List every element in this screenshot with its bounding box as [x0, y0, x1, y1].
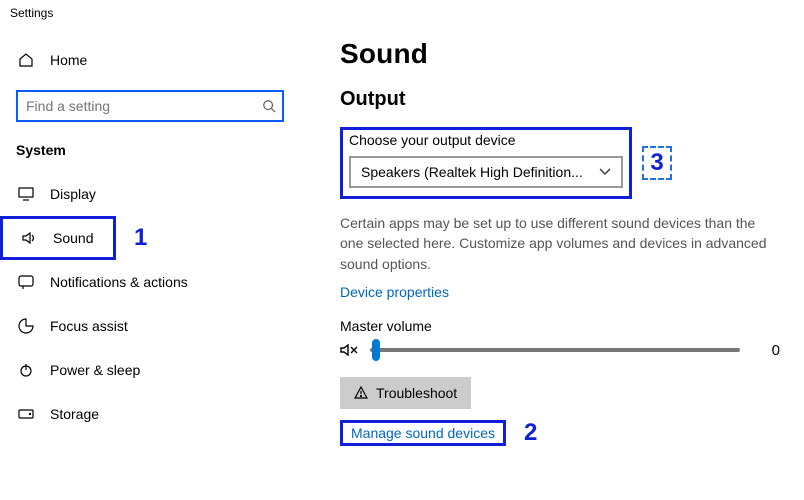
- search-icon: [262, 99, 276, 113]
- master-volume-row: 0: [340, 342, 780, 359]
- output-device-group: Choose your output device Speakers (Real…: [340, 127, 632, 199]
- output-device-label: Choose your output device: [349, 132, 623, 148]
- output-device-selected: Speakers (Realtek High Definition...: [361, 164, 583, 180]
- page-title: Sound: [340, 38, 784, 70]
- output-device-row: Choose your output device Speakers (Real…: [340, 127, 784, 199]
- nav-item-label: Power & sleep: [50, 362, 140, 378]
- warning-icon: [354, 386, 368, 400]
- sidebar: Home System Display: [0, 30, 300, 500]
- master-volume-label: Master volume: [340, 318, 784, 334]
- manage-sound-devices-link[interactable]: Manage sound devices: [351, 425, 495, 441]
- sound-icon: [19, 231, 39, 245]
- notifications-icon: [16, 275, 36, 289]
- chevron-down-icon: [599, 168, 611, 176]
- nav-item-sound-wrapper: Sound 1: [0, 216, 300, 260]
- nav-item-display[interactable]: Display: [0, 172, 300, 216]
- output-device-select[interactable]: Speakers (Realtek High Definition...: [349, 156, 623, 188]
- main-content: Sound Output Choose your output device S…: [300, 30, 804, 500]
- power-icon: [16, 362, 36, 378]
- output-section-title: Output: [340, 88, 784, 111]
- speaker-muted-icon[interactable]: [340, 342, 360, 358]
- nav-item-label: Display: [50, 186, 96, 202]
- display-icon: [16, 187, 36, 201]
- app-body: Home System Display: [0, 30, 804, 500]
- slider-thumb[interactable]: [372, 339, 380, 361]
- nav-item-focus-assist[interactable]: Focus assist: [0, 304, 300, 348]
- home-icon: [16, 52, 36, 68]
- nav-item-notifications[interactable]: Notifications & actions: [0, 260, 300, 304]
- annotation-2: 2: [524, 419, 537, 447]
- nav-home-label: Home: [50, 52, 87, 68]
- master-volume-slider[interactable]: [370, 348, 740, 352]
- nav-item-label: Notifications & actions: [50, 274, 188, 290]
- nav-item-sound[interactable]: Sound: [0, 216, 116, 260]
- troubleshoot-label: Troubleshoot: [376, 385, 457, 401]
- troubleshoot-button[interactable]: Troubleshoot: [340, 377, 471, 409]
- nav-home[interactable]: Home: [0, 40, 300, 80]
- annotation-3: 3: [642, 146, 672, 180]
- device-properties-link[interactable]: Device properties: [340, 284, 449, 300]
- focus-assist-icon: [16, 318, 36, 334]
- search-wrap: [16, 90, 284, 122]
- annotation-1: 1: [134, 224, 147, 252]
- nav-item-storage[interactable]: Storage: [0, 392, 300, 436]
- storage-icon: [16, 407, 36, 421]
- output-helper-text: Certain apps may be set up to use differ…: [340, 213, 780, 274]
- master-volume-value: 0: [750, 342, 780, 359]
- sidebar-section-label: System: [0, 136, 300, 172]
- window-title: Settings: [0, 0, 804, 30]
- nav-item-power-sleep[interactable]: Power & sleep: [0, 348, 300, 392]
- nav-item-label: Storage: [50, 406, 99, 422]
- nav-item-label: Focus assist: [50, 318, 128, 334]
- nav-item-label: Sound: [53, 230, 93, 246]
- manage-sound-devices-box: Manage sound devices: [340, 420, 506, 446]
- nav-list: Display Sound 1: [0, 172, 300, 436]
- search-input[interactable]: [16, 90, 284, 122]
- manage-row: Manage sound devices 2: [340, 419, 784, 447]
